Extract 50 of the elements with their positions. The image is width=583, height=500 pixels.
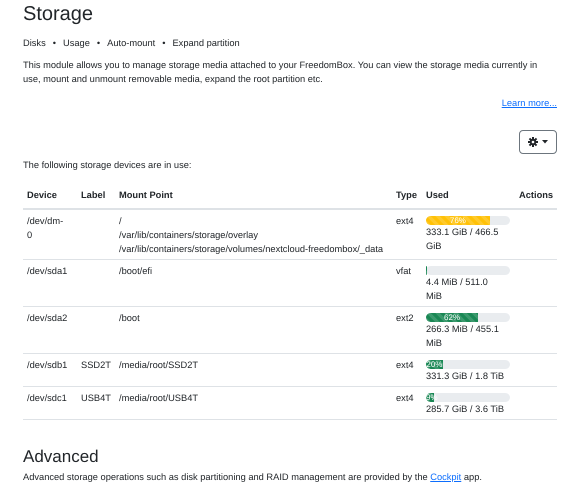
column-header: Type (392, 184, 422, 209)
mount-point: /var/lib/containers/storage/volumes/nextcloud-freedombox/_data (119, 243, 384, 256)
settings-button[interactable] (519, 130, 557, 154)
device-name: /dev/sda2 (27, 313, 68, 323)
progress-fill: 62% (426, 313, 478, 322)
page-title: Storage (23, 2, 94, 26)
section-heading: Advanced (23, 446, 100, 468)
column-header: Actions (515, 184, 557, 209)
usage-text: 266.3 MiB / 455.1 MiB (426, 323, 500, 350)
bullet-separator: • (96, 37, 100, 50)
topic-label: Auto-mount (107, 37, 156, 50)
mount-point: /boot (119, 312, 141, 325)
usage-text: 331.3 GiB / 1.8 TiB (426, 370, 506, 383)
device-name: /dev/sdc1 (27, 393, 67, 403)
topic-label: Expand partition (172, 37, 240, 50)
advanced-text: Advanced storage operations such as disk partitioning and RAID management are provided by the Cockpit app. (23, 471, 483, 484)
caret-icon (542, 140, 548, 144)
filesystem-type: ext2 (396, 313, 414, 323)
device-label: SSD2T (81, 360, 111, 370)
usage-text: 4.4 MiB / 511.0 MiB (426, 276, 489, 303)
device-name: /dev/dm-0 (27, 216, 64, 240)
progress-fill: 76% (426, 216, 490, 225)
column-header: Device (23, 184, 77, 209)
usage-text: 333.1 GiB / 466.5 GiB (426, 226, 500, 253)
column-header: Mount Point (115, 184, 392, 209)
cockpit-link[interactable]: Cockpit (430, 472, 462, 482)
filesystem-type: ext4 (396, 393, 414, 403)
description: This module allows you to manage storage media attached to your FreedomBox. You can view the storage media currently in use, mount and unmount removable media, expand the root partition etc. (23, 59, 538, 86)
filesystem-type: vfat (396, 266, 411, 276)
intro-text: The following storage devices are in use: (23, 159, 192, 172)
usage-text: 285.7 GiB / 3.6 TiB (426, 403, 506, 416)
device-name: /dev/sda1 (27, 266, 68, 276)
column-header: Label (77, 184, 115, 209)
device-name: /dev/sdb1 (27, 360, 68, 370)
device-label: USB4T (81, 393, 111, 403)
progress-fill: 20% (426, 360, 443, 369)
topic-label: Disks (23, 37, 46, 50)
bullet-separator: • (162, 37, 166, 50)
topic-label: Usage (63, 37, 90, 50)
learn-more-link[interactable]: Learn more... (502, 96, 557, 110)
filesystem-type: ext4 (396, 216, 414, 226)
mount-point: /media/root/SSD2T (119, 359, 200, 372)
mount-point: /media/root/USB4T (119, 392, 200, 405)
gear-icon (528, 137, 538, 147)
filesystem-type: ext4 (396, 360, 414, 370)
mount-point: /boot/efi (119, 265, 154, 278)
mount-point: /var/lib/containers/storage/overlay (119, 229, 260, 242)
bullet-separator: • (52, 37, 56, 50)
mount-point: / (119, 215, 123, 228)
column-header: Used (422, 184, 515, 209)
